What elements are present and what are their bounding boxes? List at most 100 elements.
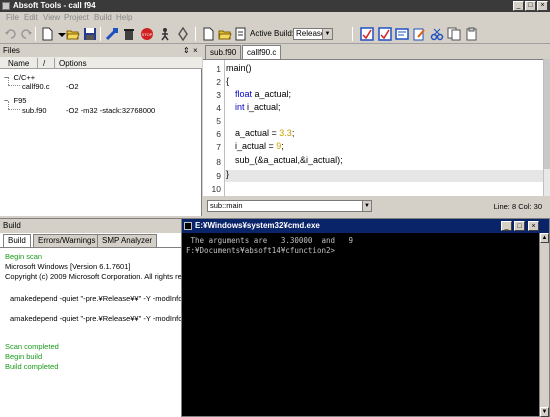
cmd-close-button[interactable]: ×	[528, 221, 539, 231]
stop-icon[interactable]: STOP	[140, 27, 154, 41]
function-select-value: sub::main	[210, 201, 243, 210]
collapse-icon[interactable]: −	[4, 96, 8, 105]
close-panel-icon[interactable]: ×	[193, 46, 198, 55]
run-icon[interactable]	[158, 27, 172, 41]
line-number: 6	[216, 129, 221, 139]
menu-bar: File Edit View Project Build Help	[0, 12, 550, 24]
file-options-icon[interactable]	[378, 27, 392, 41]
cmd-minimize-button[interactable]: _	[501, 221, 512, 231]
toolbar-separator	[352, 27, 353, 41]
copy-icon[interactable]	[447, 27, 461, 41]
menu-view[interactable]: View	[43, 13, 60, 22]
minimize-button[interactable]: _	[513, 1, 524, 11]
build-panel: Build Build Errors/Warnings SMP Analyzer…	[0, 218, 181, 417]
app-icon[interactable]	[2, 2, 10, 10]
active-build-select[interactable]: Release ▼	[293, 28, 333, 40]
scrollbar-thumb[interactable]	[544, 59, 550, 169]
gutter-separator	[224, 60, 225, 197]
code-line: }	[226, 169, 230, 179]
pin-icon[interactable]: ⇕	[183, 46, 190, 55]
maximize-button[interactable]: □	[525, 1, 536, 11]
save-project-icon[interactable]	[234, 27, 248, 41]
tree-item-cpp[interactable]: − C/C++	[4, 73, 35, 82]
build-line: Scan completed	[5, 342, 59, 351]
menu-project[interactable]: Project	[64, 13, 89, 22]
redo-icon[interactable]	[19, 27, 33, 41]
build-line: amakedepend -quiet "-pre.¥Release¥¥" -Y …	[10, 294, 181, 303]
tab-sub-f90[interactable]: sub.f90	[205, 45, 242, 59]
open-folder-icon[interactable]	[66, 27, 80, 41]
menu-file[interactable]: File	[6, 13, 19, 22]
close-button[interactable]: ×	[537, 1, 548, 11]
compile-icon[interactable]	[105, 27, 119, 41]
build-line: Begin build	[5, 352, 43, 361]
tree-item-callf90[interactable]: callf90.c	[22, 82, 50, 91]
keyword: float	[235, 89, 253, 99]
editor-status-bar: sub::main ▼ Line: 8 Col: 30	[203, 198, 550, 216]
tree-item-f95[interactable]: − F95	[4, 96, 26, 105]
save-icon[interactable]	[83, 27, 97, 41]
line-number-gutter: 1 2 3 4 5 6 7 8 9 10	[205, 60, 223, 197]
column-divider[interactable]	[37, 58, 38, 68]
new-project-icon[interactable]	[201, 27, 215, 41]
col-options[interactable]: Options	[59, 59, 87, 68]
line-number: 10	[211, 184, 221, 194]
paste-icon[interactable]	[464, 27, 478, 41]
clean-icon[interactable]	[122, 27, 136, 41]
column-divider[interactable]	[54, 58, 55, 68]
output-icon[interactable]	[395, 27, 409, 41]
open-project-icon[interactable]	[218, 27, 232, 41]
menu-help[interactable]: Help	[116, 13, 132, 22]
undo-icon[interactable]	[4, 27, 18, 41]
function-select[interactable]: sub::main ▼	[207, 200, 372, 212]
new-file-icon[interactable]	[40, 27, 54, 41]
scroll-down-icon[interactable]: ▼	[540, 407, 549, 417]
code-line: int i_actual;	[235, 102, 281, 112]
cmd-icon[interactable]	[184, 222, 192, 230]
col-name[interactable]: Name	[8, 59, 29, 68]
tree-item-options: -O2	[66, 82, 79, 91]
build-output[interactable]: Begin scan Microsoft Windows [Version 6.…	[0, 247, 181, 417]
files-panel: Files ⇕ × Name / Options − C/C++ callf90…	[0, 44, 202, 216]
collapse-icon[interactable]: −	[4, 73, 8, 82]
edit-icon[interactable]	[412, 27, 426, 41]
build-panel-title: Build	[0, 219, 181, 233]
menu-build[interactable]: Build	[94, 13, 112, 22]
line-number: 2	[216, 77, 221, 87]
svg-text:STOP: STOP	[142, 32, 153, 37]
project-options-icon[interactable]	[360, 27, 374, 41]
code-text: i_actual =	[235, 141, 277, 151]
cmd-window[interactable]: E:¥Windows¥system32¥cmd.exe _ □ × The ar…	[181, 218, 550, 417]
number-literal: 3.3	[279, 128, 292, 138]
toolbar-separator	[195, 27, 196, 41]
code-line: i_actual = 9;	[235, 141, 284, 151]
files-column-header: Name / Options	[0, 57, 202, 69]
sort-icon[interactable]: /	[43, 59, 45, 68]
menu-edit[interactable]: Edit	[24, 13, 38, 22]
tree-item-label: sub.f90	[22, 106, 47, 115]
code-text: ;	[281, 141, 284, 151]
tab-smp-analyzer[interactable]: SMP Analyzer	[97, 234, 158, 247]
line-number: 4	[216, 103, 221, 113]
cmd-title-bar[interactable]: E:¥Windows¥system32¥cmd.exe _ □ ×	[182, 219, 549, 233]
keyword: int	[235, 102, 245, 112]
code-text: a_actual;	[252, 89, 292, 99]
cmd-maximize-button[interactable]: □	[514, 221, 525, 231]
tab-errors-warnings[interactable]: Errors/Warnings	[33, 234, 101, 247]
code-editor[interactable]: 1 2 3 4 5 6 7 8 9 10 main() { float a_ac…	[203, 59, 543, 197]
code-line: float a_actual;	[235, 89, 291, 99]
chevron-down-icon[interactable]: ▼	[322, 29, 332, 39]
editor-scrollbar[interactable]	[543, 59, 550, 196]
cmd-scrollbar[interactable]: ▲ ▼	[539, 233, 549, 417]
cursor-position: Line: 8 Col: 30	[493, 202, 542, 211]
scroll-up-icon[interactable]: ▲	[540, 233, 549, 243]
cmd-title: E:¥Windows¥system32¥cmd.exe	[195, 221, 320, 230]
tree-item-subf90[interactable]: sub.f90	[22, 106, 47, 115]
debug-icon[interactable]	[176, 27, 190, 41]
chevron-down-icon[interactable]: ▼	[362, 201, 371, 211]
code-line: sub_(&a_actual,&i_actual);	[235, 155, 343, 165]
tab-build[interactable]: Build	[3, 234, 31, 247]
toolbar-separator	[35, 27, 36, 41]
tools-icon[interactable]	[430, 27, 444, 41]
tab-callf90-c[interactable]: callf90.c	[242, 45, 282, 59]
